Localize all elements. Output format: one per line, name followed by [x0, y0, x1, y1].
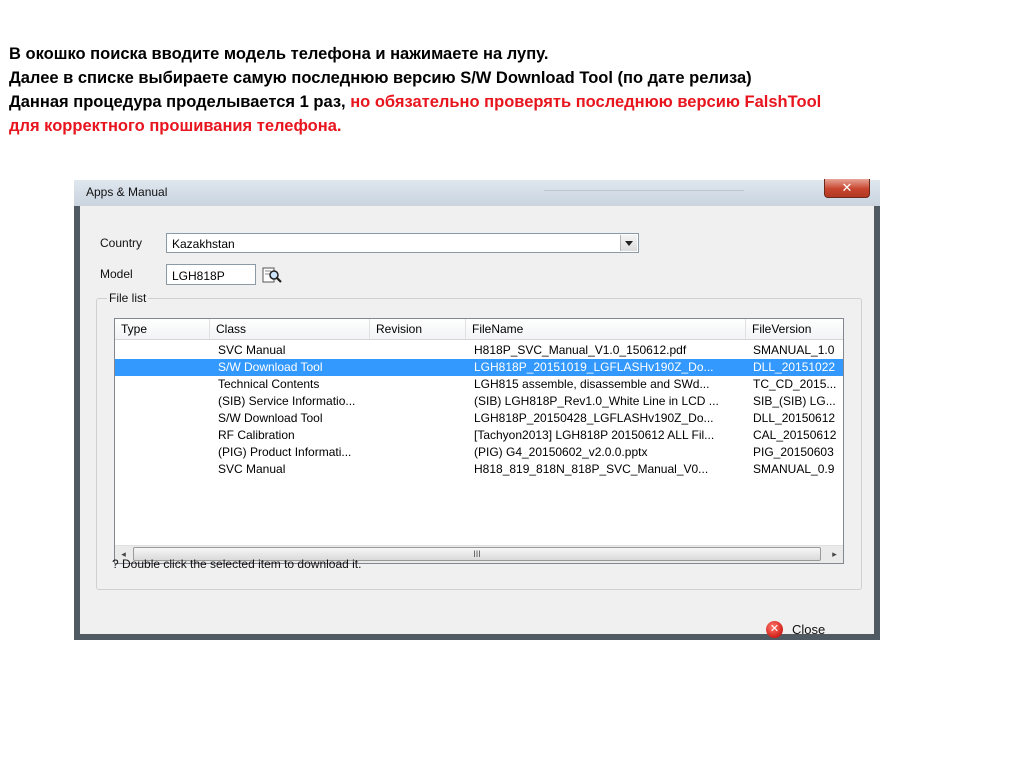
column-header-class[interactable]: Class	[210, 319, 370, 339]
instruction-line-3: Данная процедура проделывается 1 раз, но…	[9, 90, 1014, 114]
file-list-table[interactable]: Type Class Revision FileName FileVersion…	[114, 318, 844, 564]
cell-class: (PIG) Product Informati...	[218, 445, 352, 459]
grip-icon: III	[473, 549, 481, 559]
instruction-line-4: для корректного прошивания телефона.	[9, 117, 342, 135]
cell-filename: LGH818P_20150428_LGFLASHv190Z_Do...	[474, 411, 714, 425]
search-button[interactable]	[262, 265, 282, 285]
window-body: Country Kazakhstan Model LGH818P File li…	[80, 206, 874, 638]
country-value: Kazakhstan	[172, 237, 235, 251]
cell-fileversion: PIG_20150603	[753, 445, 834, 459]
cell-class: (SIB) Service Informatio...	[218, 394, 356, 408]
chevron-down-icon[interactable]	[620, 235, 637, 251]
cell-filename: [Tachyon2013] LGH818P 20150612 ALL Fil..…	[474, 428, 715, 442]
column-header-fileversion[interactable]: FileVersion	[746, 319, 843, 339]
cell-class: SVC Manual	[218, 343, 286, 357]
table-row[interactable]: RF Calibration [Tachyon2013] LGH818P 201…	[115, 427, 843, 444]
download-hint: ? Double click the selected item to down…	[112, 557, 362, 571]
table-header: Type Class Revision FileName FileVersion	[115, 319, 843, 340]
cell-filename: (SIB) LGH818P_Rev1.0_White Line in LCD .…	[474, 394, 719, 408]
model-value: LGH818P	[172, 269, 225, 283]
cell-fileversion: CAL_20150612	[753, 428, 837, 442]
model-label: Model	[100, 267, 133, 281]
close-icon: ✕	[841, 180, 853, 195]
cell-fileversion: DLL_20151022	[753, 360, 836, 374]
instruction-line-2: Далее в списке выбираете самую последнюю…	[9, 69, 752, 87]
cell-filename: H818P_SVC_Manual_V1.0_150612.pdf	[474, 343, 687, 357]
instruction-line-3-red: но обязательно проверять последнюю верси…	[350, 93, 822, 111]
table-row-selected[interactable]: S/W Download Tool LGH818P_20151019_LGFLA…	[115, 359, 843, 376]
title-bar-decoration	[544, 190, 744, 201]
cell-fileversion: TC_CD_2015...	[753, 377, 837, 391]
country-select[interactable]: Kazakhstan	[166, 233, 639, 253]
cell-class: Technical Contents	[218, 377, 320, 391]
cell-filename: (PIG) G4_20150602_v2.0.0.pptx	[474, 445, 648, 459]
window-close-button[interactable]: ✕	[824, 179, 870, 198]
window-title: Apps & Manual	[86, 185, 168, 199]
magnifier-icon	[262, 267, 282, 283]
table-row[interactable]: SVC Manual H818_819_818N_818P_SVC_Manual…	[115, 461, 843, 478]
instruction-text: В окошко поиска вводите модель телефона …	[9, 42, 1014, 138]
close-circle-icon: ✕	[766, 621, 783, 638]
table-row[interactable]: SVC Manual H818P_SVC_Manual_V1.0_150612.…	[115, 342, 843, 359]
table-row[interactable]: S/W Download Tool LGH818P_20150428_LGFLA…	[115, 410, 843, 427]
cell-fileversion: SMANUAL_1.0	[753, 343, 835, 357]
table-row[interactable]: (SIB) Service Informatio... (SIB) LGH818…	[115, 393, 843, 410]
instruction-line-3-black: Данная процедура проделывается 1 раз,	[9, 93, 351, 111]
apps-manual-window: Apps & Manual ✕ Country Kazakhstan Model…	[74, 179, 880, 640]
file-list-label: File list	[107, 291, 149, 305]
country-label: Country	[100, 236, 143, 250]
scroll-right-icon[interactable]: ▸	[826, 546, 843, 563]
model-input[interactable]: LGH818P	[166, 264, 256, 285]
cell-fileversion: SIB_(SIB) LG...	[753, 394, 836, 408]
cell-filename: LGH815 assemble, disassemble and SWd...	[474, 377, 710, 391]
table-row[interactable]: (PIG) Product Informati... (PIG) G4_2015…	[115, 444, 843, 461]
close-button-label: Close	[792, 622, 826, 637]
column-header-type[interactable]: Type	[115, 319, 210, 339]
column-header-revision[interactable]: Revision	[370, 319, 466, 339]
instruction-line-1: В окошко поиска вводите модель телефона …	[9, 45, 549, 63]
cell-fileversion: SMANUAL_0.9	[753, 462, 835, 476]
table-row[interactable]: Technical Contents LGH815 assemble, disa…	[115, 376, 843, 393]
cell-class: S/W Download Tool	[218, 411, 323, 425]
cell-fileversion: DLL_20150612	[753, 411, 836, 425]
cell-class: S/W Download Tool	[218, 360, 323, 374]
cell-class: RF Calibration	[218, 428, 295, 442]
cell-class: SVC Manual	[218, 462, 286, 476]
cell-filename: H818_819_818N_818P_SVC_Manual_V0...	[474, 462, 709, 476]
cell-filename: LGH818P_20151019_LGFLASHv190Z_Do...	[474, 360, 714, 374]
column-header-filename[interactable]: FileName	[466, 319, 746, 339]
title-bar[interactable]: Apps & Manual ✕	[74, 179, 880, 206]
